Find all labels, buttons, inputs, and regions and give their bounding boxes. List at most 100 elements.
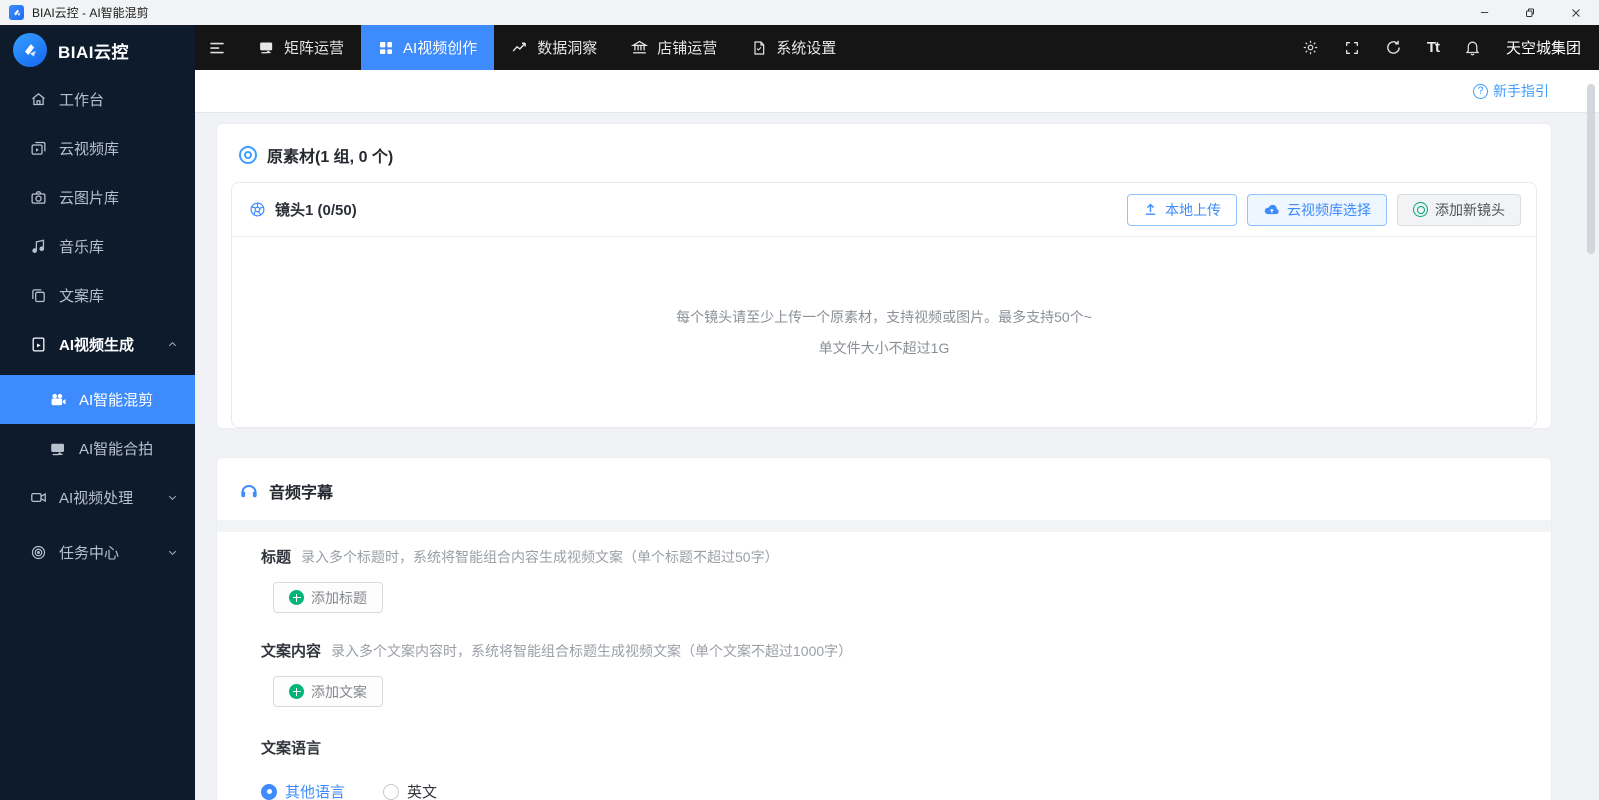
shot-group-header: 镜头1 (0/50) 本地上传 云视频库选择 添加新 [232, 183, 1536, 237]
window-title: BIAI云控 - AI智能混剪 [32, 4, 149, 21]
logo-icon [13, 33, 47, 67]
fullscreen-icon[interactable] [1344, 40, 1360, 56]
local-upload-button[interactable]: 本地上传 [1127, 194, 1237, 226]
minimize-button[interactable] [1461, 0, 1507, 25]
add-title-button[interactable]: 添加标题 [273, 582, 383, 613]
tab-ai-video-creation[interactable]: AI视频创作 [361, 25, 494, 70]
sidebar-item-task-center[interactable]: 任务中心 [0, 528, 195, 577]
materials-card-title: 原素材(1 组, 0 个) [267, 143, 393, 167]
shot-group-actions: 本地上传 云视频库选择 添加新镜头 [1127, 194, 1521, 226]
materials-card-header: 原素材(1 组, 0 个) [217, 124, 1551, 182]
sidebar-item-label: 云图片库 [59, 187, 119, 208]
tab-data-insight[interactable]: 数据洞察 [494, 25, 614, 70]
upload-icon [1143, 202, 1158, 217]
sidebar-item-label: AI视频生成 [59, 334, 134, 355]
audio-form: 标题 录入多个标题时，系统将智能组合内容生成视频文案（单个标题不超过50字） 添… [217, 532, 1551, 800]
sidebar-item-label: 任务中心 [59, 542, 119, 563]
button-label: 添加新镜头 [1435, 200, 1505, 220]
sidebar-item-music-library[interactable]: 音乐库 [0, 222, 195, 271]
add-shot-button[interactable]: 添加新镜头 [1397, 194, 1521, 226]
sidebar-item-ai-video-generate[interactable]: AI视频生成 [0, 320, 195, 369]
radio-selected-icon [261, 784, 277, 800]
copy-doc-icon [29, 287, 47, 305]
headphones-icon [239, 481, 259, 501]
section-divider [217, 520, 1551, 532]
video-file-icon [29, 336, 47, 354]
sidebar-item-workbench[interactable]: 工作台 [0, 75, 195, 124]
sidebar-item-ai-smart-duet[interactable]: AI智能合拍 [0, 424, 195, 473]
matrix-icon [258, 39, 275, 56]
top-navbar: 矩阵运营 AI视频创作 数据洞察 店铺运营 系统设置 [195, 25, 1599, 70]
sidebar-item-label: 音乐库 [59, 236, 104, 257]
radio-label: 英文 [407, 781, 437, 800]
video-camera-icon [29, 489, 47, 507]
content-row: 文案内容 录入多个文案内容时，系统将智能组合标题生成视频文案（单个文案不超过10… [261, 640, 1551, 661]
button-label: 云视频库选择 [1287, 200, 1371, 220]
video-library-icon [29, 140, 47, 158]
insight-chart-icon [511, 39, 528, 56]
font-size-icon[interactable]: Tt [1427, 39, 1439, 56]
chevron-down-icon [166, 491, 179, 504]
sidebar-menu: 工作台 云视频库 云图片库 音乐库 文案库 [0, 75, 195, 577]
gear-icon[interactable] [1302, 39, 1319, 56]
title-label: 标题 [261, 546, 291, 567]
duet-icon [49, 440, 67, 458]
sidebar-item-ai-video-process[interactable]: AI视频处理 [0, 473, 195, 522]
menu-collapse-icon[interactable] [208, 39, 226, 57]
close-icon [1570, 7, 1582, 19]
radio-other-language[interactable]: 其他语言 [261, 781, 345, 800]
camera-icon [29, 189, 47, 207]
bank-icon [631, 39, 648, 56]
sidebar-item-label: 工作台 [59, 89, 104, 110]
target-ring-icon [239, 146, 257, 164]
tab-shop-operation[interactable]: 店铺运营 [614, 25, 734, 70]
content-hint: 录入多个文案内容时，系统将智能组合标题生成视频文案（单个文案不超过1000字） [331, 641, 852, 661]
cloud-upload-icon [1263, 201, 1280, 218]
tab-label: AI视频创作 [403, 37, 477, 58]
grid-icon [378, 40, 394, 56]
vertical-scrollbar[interactable] [1587, 84, 1595, 254]
refresh-icon[interactable] [1385, 39, 1402, 56]
restore-icon [1524, 7, 1536, 19]
sidebar-item-cloud-video-library[interactable]: 云视频库 [0, 124, 195, 173]
org-name[interactable]: 天空城集团 [1506, 37, 1581, 58]
page-header: ? 新手指引 [195, 70, 1599, 113]
navbar-right: Tt 天空城集团 [1302, 37, 1599, 58]
restore-button[interactable] [1507, 0, 1553, 25]
sidebar-item-ai-smart-mix-cut[interactable]: AI智能混剪 [0, 375, 195, 424]
bell-icon[interactable] [1464, 39, 1481, 56]
radio-english[interactable]: 英文 [383, 781, 437, 800]
tab-label: 店铺运营 [657, 37, 717, 58]
sidebar-item-copy-library[interactable]: 文案库 [0, 271, 195, 320]
empty-hint-line2: 单文件大小不超过1G [819, 338, 950, 358]
sidebar-item-label: AI智能合拍 [79, 438, 153, 459]
settings-doc-icon [751, 40, 767, 56]
shot-empty-state: 每个镜头请至少上传一个原素材，支持视频或图片。最多支持50个~ 单文件大小不超过… [232, 237, 1536, 427]
sidebar-item-cloud-image-library[interactable]: 云图片库 [0, 173, 195, 222]
sidebar-item-label: AI智能混剪 [79, 389, 153, 410]
cloud-video-select-button[interactable]: 云视频库选择 [1247, 194, 1387, 226]
button-label: 添加文案 [311, 682, 367, 702]
sidebar-item-label: AI视频处理 [59, 487, 133, 508]
audio-subtitle-card: 音频字幕 标题 录入多个标题时，系统将智能组合内容生成视频文案（单个标题不超过5… [216, 457, 1552, 800]
radio-label: 其他语言 [285, 781, 345, 800]
add-content-button[interactable]: 添加文案 [273, 676, 383, 707]
materials-card: 原素材(1 组, 0 个) 镜头1 (0/50) 本地上传 [216, 123, 1552, 429]
chevron-down-icon [166, 546, 179, 559]
guide-link[interactable]: ? 新手指引 [1473, 81, 1549, 101]
minimize-icon [1479, 7, 1490, 18]
main-content: ? 新手指引 原素材(1 组, 0 个) 镜头1 (0/50) [195, 70, 1599, 800]
tab-system-settings[interactable]: 系统设置 [734, 25, 853, 70]
music-note-icon [29, 238, 47, 256]
close-button[interactable] [1553, 0, 1599, 25]
aperture-icon [249, 201, 266, 218]
tab-label: 矩阵运营 [284, 37, 344, 58]
language-label: 文案语言 [261, 737, 321, 758]
question-circle-icon: ? [1473, 84, 1488, 99]
shot-group-title: 镜头1 (0/50) [275, 199, 357, 220]
logo-text: BIAI云控 [58, 38, 129, 63]
tab-label: 系统设置 [776, 37, 836, 58]
logo: BIAI云控 [0, 25, 195, 75]
sidebar-item-label: 云视频库 [59, 138, 119, 159]
tab-matrix-operation[interactable]: 矩阵运营 [241, 25, 361, 70]
